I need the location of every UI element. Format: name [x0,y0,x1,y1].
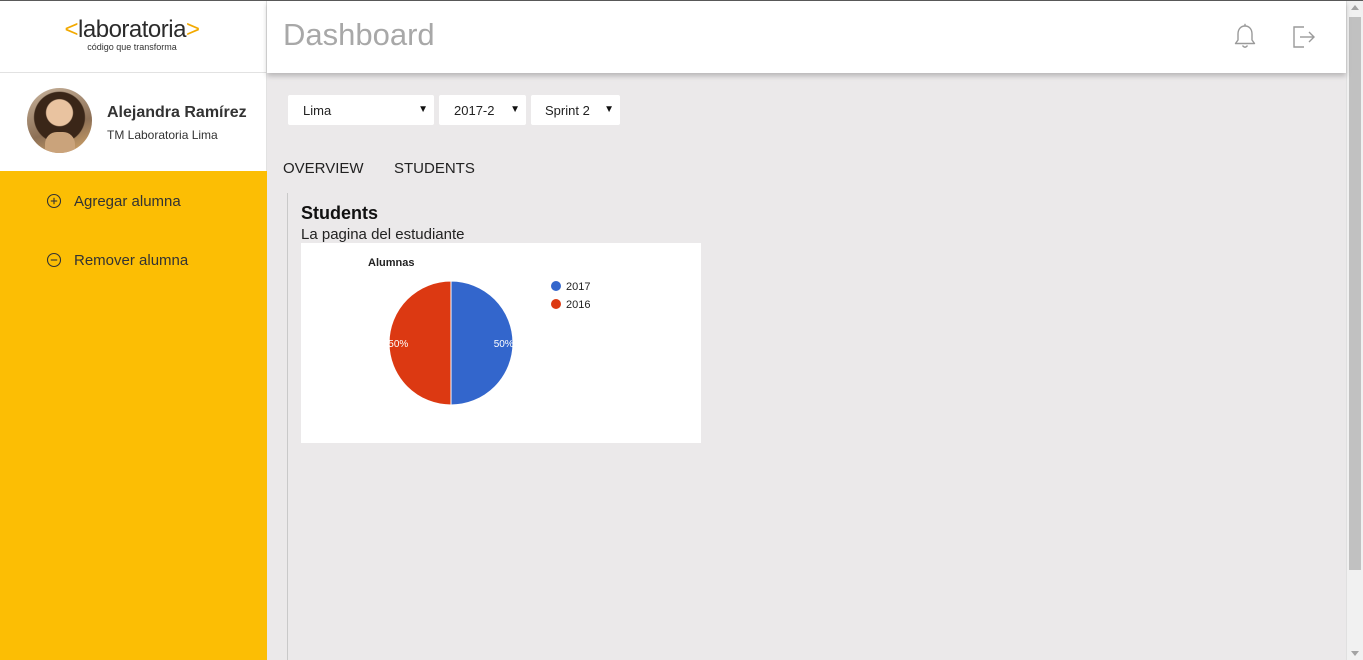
sidebar-item-label: Remover alumna [74,251,189,269]
sidebar-item-remover-alumna[interactable]: Remover alumna [46,248,188,272]
logo-area: <laboratoria> código que transforma [0,1,267,73]
tab-overview[interactable]: OVERVIEW [283,160,364,177]
chart-title: Alumnas [368,257,414,269]
sidebar-item-agregar-alumna[interactable]: Agregar alumna [46,189,181,213]
generation-select-value: 2017-2 [454,102,495,118]
scroll-up-arrow-icon[interactable] [1351,5,1359,10]
generation-select[interactable]: 2017-2 ▼ [439,95,526,125]
sprint-select[interactable]: Sprint 2 ▼ [531,95,620,125]
sede-select-value: Lima [303,102,332,118]
sidebar-item-label: Agregar alumna [74,192,181,210]
scroll-down-arrow-icon[interactable] [1351,651,1359,656]
pie-chart-card: Alumnas 50% 50% 2017 2016 [301,243,701,443]
logo-bracket-right: > [185,16,200,43]
legend-label[interactable]: 2017 [566,281,590,293]
sidebar-menu: Agregar alumna Remover alumna [0,171,267,660]
minus-circle-icon [46,252,62,268]
page-title: Dashboard [283,17,435,52]
pie-slice-label: 50% [388,339,408,350]
profile-role: TM Laboratoria Lima [107,128,218,142]
laboratoria-logo[interactable]: <laboratoria> código que transforma [57,16,207,52]
chevron-down-icon: ▼ [604,104,614,115]
scroll-thumb[interactable] [1349,17,1361,570]
section-title: Students [301,203,379,223]
chevron-down-icon: ▼ [418,104,428,115]
main-content: Lima ▼ 2017-2 ▼ Sprint 2 ▼ OVERVIEW STUD… [267,73,1346,660]
logo-text: laboratoria [78,16,186,43]
plus-circle-icon [46,193,62,209]
legend-marker [551,299,561,309]
legend-marker [551,281,561,291]
legend-label[interactable]: 2016 [566,299,590,311]
section-subtitle: La pagina del estudiante [301,226,465,243]
content-divider [287,193,288,660]
user-profile: Alejandra Ramírez TM Laboratoria Lima [0,73,267,171]
vertical-scrollbar[interactable] [1346,1,1363,660]
bell-icon[interactable] [1233,23,1257,51]
logo-bracket-left: < [64,16,79,43]
tab-students[interactable]: STUDENTS [394,160,475,177]
sede-select[interactable]: Lima ▼ [288,95,434,125]
profile-name: Alejandra Ramírez [107,104,247,121]
sprint-select-value: Sprint 2 [545,102,590,118]
pie-chart: Alumnas 50% 50% 2017 2016 [368,257,590,406]
pie-slice-label: 50% [494,339,514,350]
top-header: Dashboard [267,1,1346,73]
avatar [27,88,92,153]
chevron-down-icon: ▼ [510,104,520,115]
logout-icon[interactable] [1291,23,1317,51]
